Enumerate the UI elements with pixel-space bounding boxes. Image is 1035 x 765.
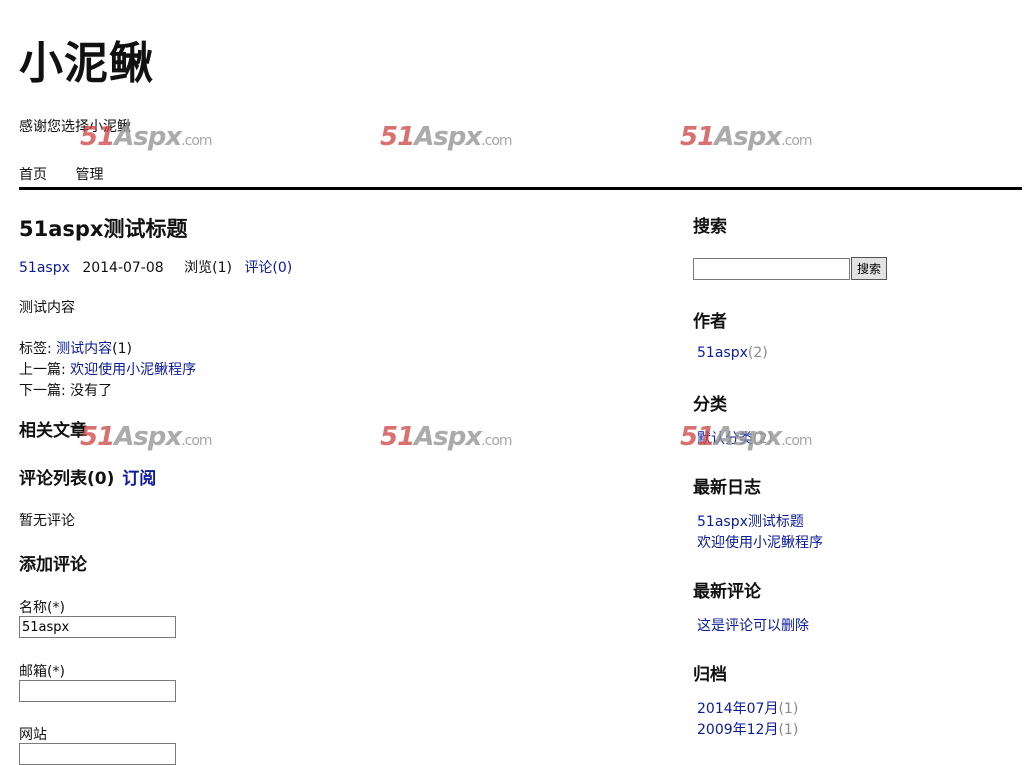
add-comment-heading: 添加评论	[19, 555, 87, 575]
post-comments-link[interactable]: 评论(0)	[244, 260, 292, 276]
recent-comments-heading: 最新评论	[693, 582, 761, 602]
website-input[interactable]	[19, 743, 176, 765]
search-input[interactable]	[693, 258, 850, 280]
watermark-logo: 51Aspx.com	[380, 422, 513, 452]
comments-title: 评论列表(0)	[19, 469, 115, 489]
recent-comment-link[interactable]: 这是评论可以删除	[697, 615, 809, 635]
comments-heading: 评论列表(0) 订阅	[19, 464, 156, 489]
name-input[interactable]	[19, 616, 176, 638]
post-footer: 标签: 测试内容(1) 上一篇: 欢迎使用小泥鳅程序 下一篇: 没有了	[19, 339, 659, 402]
prev-label: 上一篇:	[19, 362, 66, 378]
recent-post-link[interactable]: 欢迎使用小泥鳅程序	[697, 532, 823, 552]
archive-count: (1)	[778, 722, 799, 738]
archive-item: 2009年12月(1)	[697, 719, 798, 739]
archive-heading: 归档	[693, 665, 727, 685]
categories-heading: 分类	[693, 395, 727, 415]
author-item: 51aspx(2)	[697, 345, 768, 361]
prev-post-link[interactable]: 欢迎使用小泥鳅程序	[70, 362, 196, 378]
archive-item: 2014年07月(1)	[697, 698, 798, 718]
post-author-link[interactable]: 51aspx	[19, 260, 70, 276]
tag-link[interactable]: 测试内容	[56, 341, 112, 357]
post-content: 测试内容	[19, 300, 75, 316]
next-post-text: 没有了	[70, 383, 113, 399]
tag-count: (1)	[112, 341, 133, 357]
archive-count: (1)	[778, 701, 799, 717]
nav-home[interactable]: 首页	[19, 167, 47, 183]
main-content: 51aspx测试标题 51aspx 2014-07-08 浏览(1) 评论(0)…	[19, 214, 659, 765]
archive-link[interactable]: 2009年12月	[697, 722, 778, 738]
related-heading: 相关文章	[19, 421, 87, 441]
author-count: (2)	[747, 345, 768, 361]
watermark-logo: 51Aspx.com	[680, 422, 813, 452]
post-meta: 51aspx 2014-07-08 浏览(1) 评论(0)	[19, 257, 659, 277]
archive-link[interactable]: 2014年07月	[697, 701, 778, 717]
recent-posts-heading: 最新日志	[693, 478, 761, 498]
subscribe-link[interactable]: 订阅	[122, 469, 156, 489]
name-label: 名称(*)	[19, 600, 65, 616]
watermark-logo: 51Aspx.com	[380, 122, 513, 152]
watermark-logo: 51Aspx.com	[80, 122, 213, 152]
search-button[interactable]: 搜索	[851, 257, 888, 280]
authors-heading: 作者	[693, 312, 727, 332]
site-title: 小泥鳅	[19, 38, 154, 89]
next-label: 下一篇:	[19, 383, 66, 399]
website-label: 网站	[19, 727, 47, 743]
author-link[interactable]: 51aspx	[697, 345, 748, 361]
watermark-logo: 51Aspx.com	[80, 422, 213, 452]
nav-admin[interactable]: 管理	[75, 167, 103, 183]
recent-post-link[interactable]: 51aspx测试标题	[697, 511, 804, 531]
post-views: 浏览(1)	[184, 260, 232, 276]
tags-label: 标签:	[19, 341, 52, 357]
email-input[interactable]	[19, 680, 176, 702]
no-comments-text: 暂无评论	[19, 513, 75, 529]
watermark-logo: 51Aspx.com	[680, 122, 813, 152]
header-divider	[19, 187, 1022, 190]
search-heading: 搜索	[693, 217, 727, 237]
main-nav: 首页 管理	[19, 164, 127, 184]
email-label: 邮箱(*)	[19, 664, 65, 680]
post-date: 2014-07-08	[82, 260, 164, 276]
post-title: 51aspx测试标题	[19, 217, 188, 241]
